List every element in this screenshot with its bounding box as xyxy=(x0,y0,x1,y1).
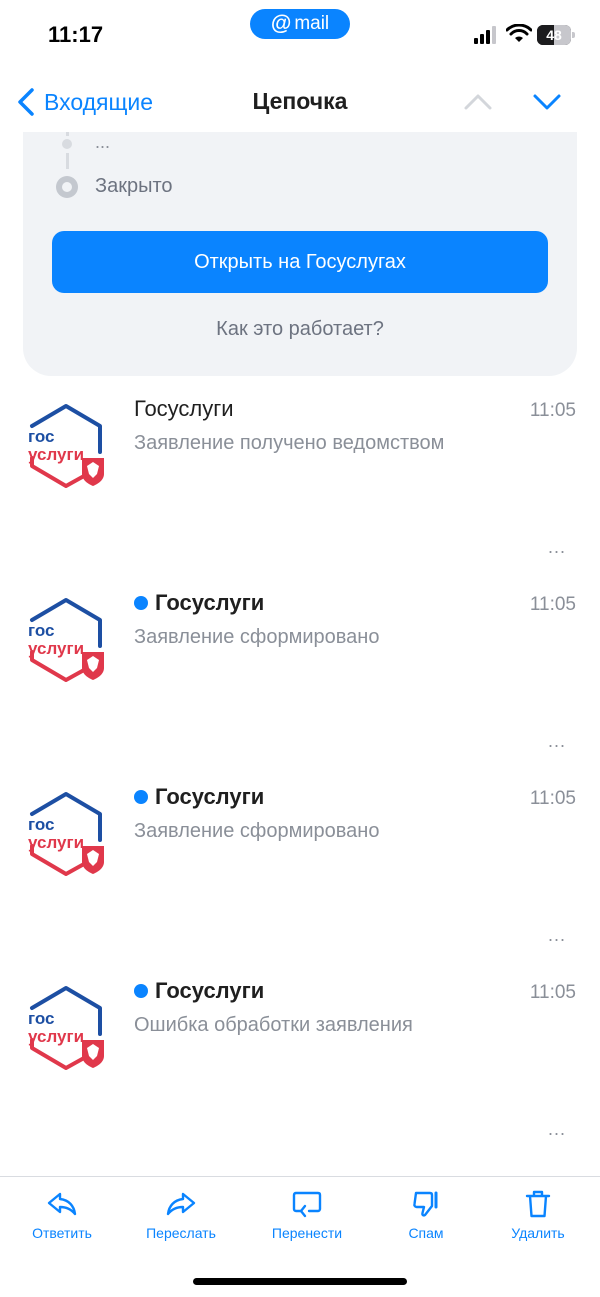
more-options-icon[interactable]: ... xyxy=(548,1119,566,1140)
gosuslugi-logo-icon: госуслуги xyxy=(28,986,104,1070)
move-folder-icon xyxy=(292,1191,322,1218)
unread-dot-icon xyxy=(134,790,148,804)
message-sender: Госуслуги xyxy=(134,978,264,1004)
message-row[interactable]: гос услуги Госуслуги 11:05 Ошибка обработки … xyxy=(0,974,600,1168)
mail-app-pill-label: mail xyxy=(294,13,330,34)
timeline-dot xyxy=(62,139,72,149)
application-status-card: ... Закрыто Открыть на Госуслугах Как эт… xyxy=(23,132,577,376)
thumbs-down-spam-icon xyxy=(413,1191,438,1217)
message-sender-name: Госуслуги xyxy=(134,396,234,421)
forward-icon xyxy=(166,1192,196,1216)
delete-button[interactable]: Удалить xyxy=(483,1189,593,1241)
message-time: 11:05 xyxy=(529,400,576,421)
timeline-line xyxy=(66,153,69,169)
battery-icon: 48 xyxy=(537,25,575,45)
message-time: 11:05 xyxy=(529,788,576,809)
closed-status-icon xyxy=(56,176,78,198)
logo-text-gos: гос xyxy=(28,621,54,640)
status-bar: 11:17 @ mail 48 xyxy=(0,0,600,70)
message-time: 11:05 xyxy=(529,982,576,1003)
message-sender-name: Госуслуги xyxy=(155,978,265,1003)
logo-text-gos: гос xyxy=(28,815,54,834)
logo-text-uslugi: услуги xyxy=(28,639,84,658)
forward-label: Переслать xyxy=(146,1225,216,1241)
forward-button[interactable]: Переслать xyxy=(126,1189,236,1241)
logo-text-gos: гос xyxy=(28,1009,54,1028)
unread-dot-icon xyxy=(134,596,148,610)
at-icon: @ xyxy=(270,12,292,35)
gosuslugi-logo-icon: госуслуги xyxy=(28,404,104,488)
unread-dot-icon xyxy=(134,984,148,998)
logo-text-uslugi: услуги xyxy=(28,833,84,852)
battery-level: 48 xyxy=(546,27,562,43)
logo-text-uslugi: услуги xyxy=(28,445,84,464)
trash-icon xyxy=(525,1190,551,1218)
page-title: Цепочка xyxy=(252,88,348,114)
message-time: 11:05 xyxy=(529,594,576,615)
status-time: 11:17 xyxy=(48,22,104,47)
previous-message-chevron-up-icon[interactable] xyxy=(462,88,494,116)
message-row[interactable]: гос услуги Госуслуги 11:05 Заявление сформир… xyxy=(0,586,600,780)
mail-app-pill[interactable]: @ mail xyxy=(250,9,350,39)
message-sender: Госуслуги xyxy=(134,396,234,422)
how-it-works-link[interactable]: Как это работает? xyxy=(23,318,577,341)
delete-label: Удалить xyxy=(511,1225,565,1241)
message-sender-name: Госуслуги xyxy=(155,784,265,809)
more-options-icon[interactable]: ... xyxy=(548,537,566,558)
reply-label: Ответить xyxy=(32,1225,92,1241)
message-subject: Ошибка обработки заявления xyxy=(134,1014,413,1036)
message-subject: Заявление сформировано xyxy=(134,626,380,648)
spam-label: Спам xyxy=(408,1225,444,1241)
logo-text-gos: гос xyxy=(28,427,54,446)
message-sender: Госуслуги xyxy=(134,784,264,810)
message-subject: Заявление сформировано xyxy=(134,820,380,842)
message-subject: Заявление получено ведомством xyxy=(134,432,445,454)
reply-icon xyxy=(47,1192,77,1216)
closed-status-label: Закрыто xyxy=(95,175,173,197)
move-button[interactable]: Перенести xyxy=(252,1189,362,1241)
cellular-signal-icon xyxy=(474,26,496,44)
more-options-icon[interactable]: ... xyxy=(548,925,566,946)
next-message-chevron-down-icon[interactable] xyxy=(531,88,563,116)
open-gosuslugi-button[interactable]: Открыть на Госуслугах xyxy=(52,231,548,293)
message-row[interactable]: гос услуги Госуслуги 11:05 Заявление получен… xyxy=(0,392,600,586)
move-label: Перенести xyxy=(271,1225,343,1241)
more-options-icon[interactable]: ... xyxy=(548,731,566,752)
logo-text-uslugi: услуги xyxy=(28,1027,84,1046)
message-sender: Госуслуги xyxy=(134,590,264,616)
reply-button[interactable]: Ответить xyxy=(7,1189,117,1241)
timeline-ellipsis: ... xyxy=(95,132,111,152)
spam-button[interactable]: Спам xyxy=(371,1189,481,1241)
gosuslugi-logo-icon: госуслуги xyxy=(28,792,104,876)
nav-bar: Входящие Цепочка xyxy=(0,72,600,132)
home-indicator xyxy=(193,1278,407,1285)
timeline-line xyxy=(66,132,69,136)
message-row[interactable]: гос услуги Госуслуги 11:05 Заявление сформир… xyxy=(0,780,600,974)
wifi-icon xyxy=(506,24,532,42)
gosuslugi-logo-icon: госуслуги xyxy=(28,598,104,682)
message-sender-name: Госуслуги xyxy=(155,590,265,615)
